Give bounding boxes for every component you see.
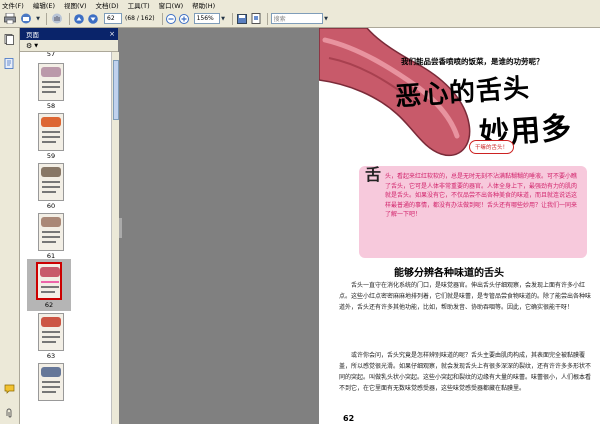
email-icon[interactable]: [19, 12, 33, 26]
thumbnail-page-57[interactable]: 57: [34, 52, 68, 58]
document-workspace: [119, 28, 319, 424]
thumbnail-page-63[interactable]: 63: [34, 313, 68, 360]
pages-panel-header: 页面 ×: [20, 28, 118, 40]
thumbnail-page-59[interactable]: 59: [34, 113, 68, 160]
pages-panel: 页面 × ⚙ ▼ 57 58 59 60 61 62 63: [20, 28, 119, 424]
zoom-in-icon[interactable]: [179, 12, 190, 26]
search-input[interactable]: 搜索: [270, 13, 323, 24]
page-subtitle: 我们能品尝香喷喷的饭菜，是谁的功劳呢？: [401, 57, 544, 66]
thumbnail-label: 57: [46, 52, 56, 58]
intro-box: 舌 头，看起来红红软软的，总是无时无刻不沾满黏糊糊的唾液。可不要小瞧了舌头，它可…: [359, 166, 587, 258]
page-thumbnails: 57 58 59 60 61 62 63: [20, 52, 111, 424]
thumbnail-label: 58: [46, 102, 56, 110]
hand-tool-icon[interactable]: [50, 12, 64, 26]
thumbnail-image: [38, 63, 64, 101]
thumbnail-page-62-selected[interactable]: 62: [27, 259, 71, 311]
section-heading: 能够分辨各种味道的舌头: [394, 268, 504, 279]
thumbnail-image: [38, 213, 64, 251]
chevron-down-icon[interactable]: ▼: [34, 43, 38, 49]
page-number: 62: [343, 414, 355, 423]
thumbnail-label: 60: [46, 202, 56, 210]
pages-panel-icon[interactable]: [4, 34, 15, 45]
thumbnails-scrollbar[interactable]: [111, 52, 119, 424]
thumbnail-label: 59: [46, 152, 56, 160]
chevron-down-icon[interactable]: ▼: [323, 12, 330, 26]
thumbnail-image: [38, 163, 64, 201]
toolbar-separator: [231, 12, 233, 25]
menu-tools[interactable]: 工具(T): [128, 0, 150, 10]
thumbnail-image: [38, 313, 64, 351]
menu-file[interactable]: 文件(F): [2, 0, 24, 10]
pages-panel-title: 页面: [26, 31, 39, 39]
zoom-out-icon[interactable]: [166, 12, 177, 26]
zoom-level-select[interactable]: 156%: [193, 13, 220, 24]
close-icon[interactable]: ×: [109, 30, 115, 38]
menu-bar: 文件(F) 编辑(E) 视图(V) 文档(D) 工具(T) 窗口(W) 帮助(H…: [0, 0, 600, 10]
previous-page-icon[interactable]: [73, 12, 85, 26]
comments-icon[interactable]: [4, 384, 15, 394]
speech-bubble: 干嘛的舌头！: [469, 140, 515, 154]
panel-resize-handle[interactable]: [119, 218, 122, 238]
attachment-icon[interactable]: [4, 408, 15, 418]
thumbnail-label: 62: [44, 301, 54, 309]
menu-edit[interactable]: 编辑(E): [33, 0, 55, 10]
toolbar: ▼ 62 (68 / 162) 156% ▼ 搜索 ▼: [0, 10, 600, 28]
body-paragraph-2: 或许你会问，舌头究竟是怎样辨别味道的呢？舌头主要由肌肉构成，其表面完全被黏膜覆盖…: [339, 352, 592, 393]
save-copy-icon[interactable]: [236, 12, 248, 26]
menu-document[interactable]: 文档(D): [96, 0, 119, 10]
toolbar-separator: [161, 12, 163, 25]
bookmarks-panel-icon[interactable]: [4, 58, 15, 69]
thumbnail-image: [38, 113, 64, 151]
document-page: 我们能品尝香喷喷的饭菜，是谁的功劳呢？ 恶心的舌头 妙用多 干嘛的舌头！ 舌 头…: [319, 28, 600, 424]
page-count-label: (68 / 162): [125, 15, 155, 22]
thumbnail-image: [36, 262, 62, 300]
menu-window[interactable]: 窗口(W): [159, 0, 184, 10]
options-icon[interactable]: ⚙: [26, 42, 32, 50]
thumbnail-image: [38, 363, 64, 401]
body-paragraph-1: 舌头一直守在消化系统的门口，是味觉器官。伸出舌头仔细观察，会发现上面有许多小红点…: [339, 282, 592, 312]
toolbar-separator: [46, 12, 47, 25]
fit-page-icon[interactable]: [250, 12, 262, 26]
menu-view[interactable]: 视图(V): [64, 0, 87, 10]
chevron-down-icon[interactable]: ▼: [35, 12, 41, 26]
navigation-strip: [0, 28, 20, 424]
acrobat-window: 文件(F) 编辑(E) 视图(V) 文档(D) 工具(T) 窗口(W) 帮助(H…: [0, 0, 600, 424]
intro-text: 头，看起来红红软软的，总是无时无刻不沾满黏糊糊的唾液。可不要小瞧了舌头，它可是人…: [385, 173, 578, 219]
toolbar-separator: [69, 12, 70, 25]
thumbnail-page-64[interactable]: [34, 363, 68, 401]
chevron-down-icon[interactable]: ▼: [220, 12, 227, 26]
pages-panel-toolbar: ⚙ ▼: [20, 40, 118, 52]
next-page-icon[interactable]: [87, 12, 99, 26]
toolbar-separator: [266, 12, 268, 25]
thumbnail-label: 63: [46, 352, 56, 360]
menu-help[interactable]: 帮助(H): [192, 0, 215, 10]
thumbnail-page-61[interactable]: 61: [34, 213, 68, 260]
intro-drop-cap: 舌: [365, 165, 382, 184]
print-icon[interactable]: [3, 12, 17, 26]
page-number-input[interactable]: 62: [104, 13, 122, 24]
thumbnail-page-58[interactable]: 58: [34, 63, 68, 110]
thumbnail-page-60[interactable]: 60: [34, 163, 68, 210]
